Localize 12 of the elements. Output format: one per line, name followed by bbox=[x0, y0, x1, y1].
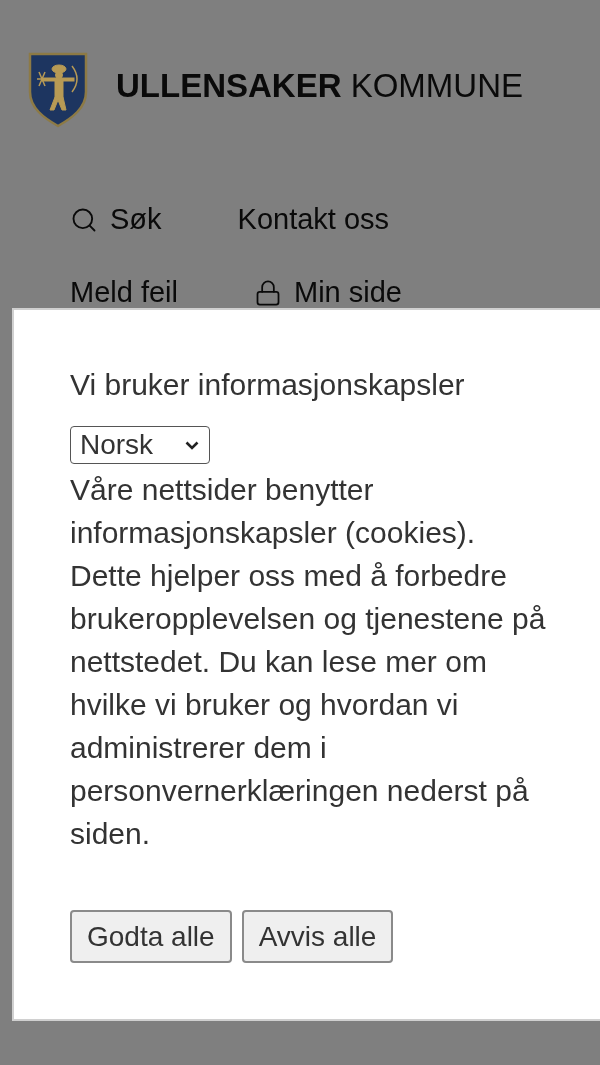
nav-link[interactable]: Min side bbox=[254, 275, 402, 310]
lock-icon bbox=[254, 278, 282, 307]
dialog-title: Vi bruker informasjonskapsler bbox=[70, 367, 466, 403]
nav-link[interactable]: Kontakt oss bbox=[237, 202, 390, 237]
site-title[interactable]: ULLENSAKER KOMMUNE bbox=[116, 67, 523, 105]
cookie-text: Våre nettsider benytter informasjonskapsler (cookies). Dette hjelper oss med å forbedre brukeropplevelsen og tjenestene på nettstedet. Du kan lese mer om hvilke vi bruker og hvordan vi administrerer dem i personvernerklæringen nederst på siden. bbox=[70, 472, 547, 852]
language-select[interactable]: Norsk bbox=[70, 426, 210, 464]
chevron-down-icon bbox=[185, 440, 199, 450]
accept-all-button[interactable]: Godta alle bbox=[70, 910, 232, 963]
nav-link[interactable]: Meld feil bbox=[70, 275, 178, 310]
reject-all-button[interactable]: Avvis alle bbox=[241, 910, 394, 963]
nav-link[interactable]: Søk bbox=[70, 202, 162, 237]
